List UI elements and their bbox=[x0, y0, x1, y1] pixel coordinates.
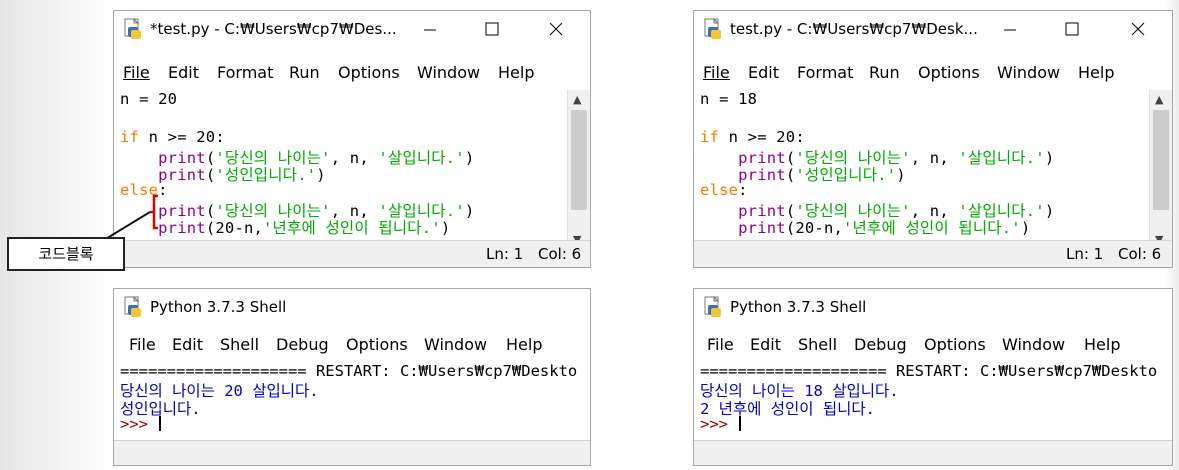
shell-window-left: Python 3.7.3 Shell File Edit Shell Debug… bbox=[113, 288, 591, 466]
menu-edit[interactable]: Edit bbox=[172, 335, 203, 354]
close-button[interactable] bbox=[1118, 15, 1158, 43]
text-cursor bbox=[159, 416, 162, 431]
python-file-icon bbox=[702, 17, 724, 40]
scroll-up-icon[interactable]: ▲ bbox=[1155, 93, 1163, 106]
code-line-print-wait: print(20-n,'년후에 성인이 됩니다.') bbox=[158, 219, 451, 237]
code-line-else: else: bbox=[120, 181, 168, 199]
menu-edit[interactable]: Edit bbox=[748, 63, 779, 82]
menu-bar: File Edit Format Run Options Window Help bbox=[694, 61, 1172, 85]
maximize-button[interactable] bbox=[1052, 15, 1092, 43]
minimize-icon bbox=[424, 29, 436, 31]
text-cursor bbox=[739, 416, 742, 431]
menu-options[interactable]: Options bbox=[338, 63, 400, 82]
status-col: Col: 6 bbox=[1118, 245, 1162, 263]
status-bar: Ln: 1 Col: 6 bbox=[114, 240, 590, 267]
shell-prompt: >>> bbox=[120, 415, 158, 432]
menu-options[interactable]: Options bbox=[346, 335, 408, 354]
close-button[interactable] bbox=[536, 15, 576, 43]
menu-window[interactable]: Window bbox=[424, 335, 487, 354]
status-bar: Ln: 1 Col: 6 bbox=[694, 240, 1172, 267]
menu-help[interactable]: Help bbox=[1084, 335, 1120, 354]
menu-bar: File Edit Shell Debug Options Window Hel… bbox=[114, 333, 590, 357]
title-bar[interactable]: test.py - C:₩Users₩cp7₩Desk... bbox=[694, 11, 1172, 45]
shell-output[interactable]: ==================== RESTART: C:₩Users₩c… bbox=[120, 362, 590, 432]
title-bar[interactable]: Python 3.7.3 Shell bbox=[114, 289, 590, 323]
python-file-icon bbox=[702, 295, 724, 318]
code-line-if: if n >= 20: bbox=[700, 128, 805, 146]
menu-bar: File Edit Format Run Options Window Help bbox=[114, 61, 590, 85]
maximize-icon bbox=[1065, 22, 1079, 36]
minimize-icon bbox=[1004, 29, 1016, 31]
minimize-button[interactable] bbox=[410, 15, 450, 43]
menu-format[interactable]: Format bbox=[217, 63, 273, 82]
status-col: Col: 6 bbox=[538, 245, 582, 263]
menu-window[interactable]: Window bbox=[1002, 335, 1065, 354]
window-title: *test.py - C:₩Users₩cp7₩Des... bbox=[150, 20, 397, 38]
prompt-line[interactable]: >>> bbox=[120, 415, 162, 432]
menu-bar: File Edit Shell Debug Options Window Hel… bbox=[694, 333, 1172, 357]
code-editor[interactable]: n = 18 if n >= 20: print('당신의 나이는', n, '… bbox=[700, 90, 1150, 250]
menu-debug[interactable]: Debug bbox=[276, 335, 329, 354]
title-bar[interactable]: Python 3.7.3 Shell bbox=[694, 289, 1172, 323]
menu-window[interactable]: Window bbox=[417, 63, 480, 82]
scroll-thumb[interactable] bbox=[1153, 110, 1169, 210]
menu-window[interactable]: Window bbox=[997, 63, 1060, 82]
menu-debug[interactable]: Debug bbox=[854, 335, 907, 354]
shell-status-bar bbox=[694, 440, 1172, 465]
background-shade-left bbox=[0, 0, 120, 470]
restart-line: ==================== RESTART: C:₩Users₩c… bbox=[120, 362, 578, 380]
window-title: test.py - C:₩Users₩cp7₩Desk... bbox=[730, 20, 978, 38]
menu-run[interactable]: Run bbox=[869, 63, 900, 82]
code-line-if: if n >= 20: bbox=[120, 128, 225, 146]
menu-edit[interactable]: Edit bbox=[168, 63, 199, 82]
menu-options[interactable]: Options bbox=[924, 335, 986, 354]
shell-status-bar bbox=[114, 440, 590, 465]
prompt-line[interactable]: >>> bbox=[700, 415, 742, 432]
shell-window-right: Python 3.7.3 Shell File Edit Shell Debug… bbox=[693, 288, 1173, 466]
minimize-button[interactable] bbox=[990, 15, 1030, 43]
python-file-icon bbox=[122, 295, 144, 318]
title-bar[interactable]: *test.py - C:₩Users₩cp7₩Des... bbox=[114, 11, 590, 45]
maximize-button[interactable] bbox=[472, 15, 512, 43]
code-block-callout: 코드블록 bbox=[7, 237, 125, 271]
menu-file[interactable]: File bbox=[129, 335, 156, 354]
scroll-thumb[interactable] bbox=[571, 110, 587, 210]
menu-help[interactable]: Help bbox=[506, 335, 542, 354]
code-line-else: else: bbox=[700, 181, 748, 199]
menu-options[interactable]: Options bbox=[918, 63, 980, 82]
status-line: Ln: 1 bbox=[1066, 245, 1104, 263]
shell-prompt: >>> bbox=[700, 415, 738, 432]
menu-file[interactable]: File bbox=[707, 335, 734, 354]
code-line-assign: n = 18 bbox=[700, 90, 758, 108]
menu-edit[interactable]: Edit bbox=[750, 335, 781, 354]
menu-file[interactable]: File bbox=[123, 63, 150, 82]
editor-window-right: test.py - C:₩Users₩cp7₩Desk... File Edit… bbox=[693, 10, 1173, 268]
menu-format[interactable]: Format bbox=[797, 63, 853, 82]
window-title: Python 3.7.3 Shell bbox=[730, 298, 867, 316]
close-icon bbox=[549, 22, 563, 36]
menu-file[interactable]: File bbox=[703, 63, 730, 82]
menu-shell[interactable]: Shell bbox=[798, 335, 837, 354]
python-file-icon bbox=[122, 17, 144, 40]
restart-line: ==================== RESTART: C:₩Users₩c… bbox=[700, 362, 1158, 380]
code-line-print-wait: print(20-n,'년후에 성인이 됩니다.') bbox=[738, 219, 1031, 237]
vertical-scrollbar[interactable]: ▲ ▼ bbox=[1149, 90, 1172, 250]
vertical-scrollbar[interactable]: ▲ ▼ bbox=[567, 90, 590, 250]
menu-run[interactable]: Run bbox=[289, 63, 320, 82]
menu-help[interactable]: Help bbox=[498, 63, 534, 82]
code-editor[interactable]: n = 20 if n >= 20: print('당신의 나이는', n, '… bbox=[120, 90, 568, 250]
scroll-up-icon[interactable]: ▲ bbox=[573, 93, 581, 106]
maximize-icon bbox=[485, 22, 499, 36]
editor-window-left: *test.py - C:₩Users₩cp7₩Des... File Edit… bbox=[113, 10, 591, 268]
window-title: Python 3.7.3 Shell bbox=[150, 298, 287, 316]
code-line-assign: n = 20 bbox=[120, 90, 178, 108]
close-icon bbox=[1131, 22, 1145, 36]
shell-output[interactable]: ==================== RESTART: C:₩Users₩c… bbox=[700, 362, 1172, 432]
status-line: Ln: 1 bbox=[486, 245, 524, 263]
menu-help[interactable]: Help bbox=[1078, 63, 1114, 82]
menu-shell[interactable]: Shell bbox=[220, 335, 259, 354]
